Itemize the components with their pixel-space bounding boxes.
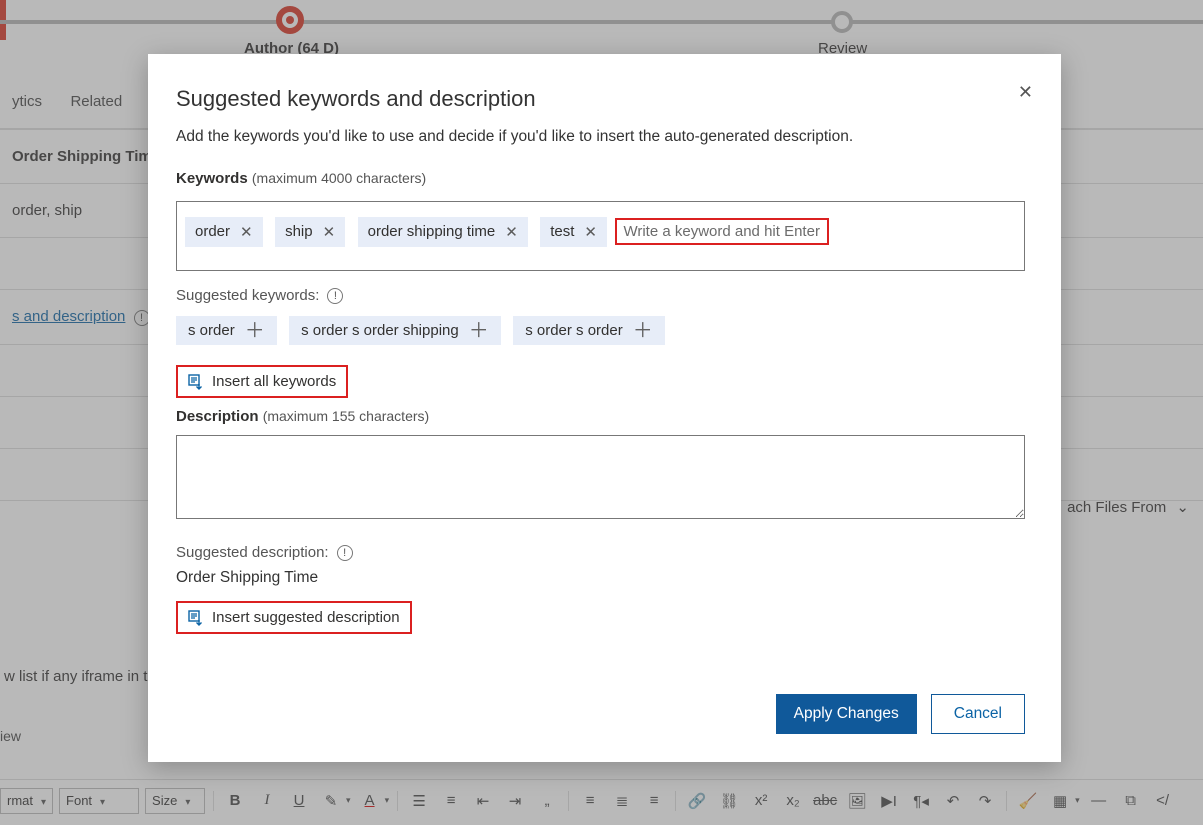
info-icon[interactable]: !	[337, 545, 353, 561]
suggested-chip-label: s order s order shipping	[301, 322, 459, 339]
insert-suggested-label: Insert suggested description	[212, 609, 400, 626]
suggested-keywords-label-text: Suggested keywords:	[176, 287, 319, 304]
insert-all-label: Insert all keywords	[212, 373, 336, 390]
suggested-chip-label: s order s order	[525, 322, 623, 339]
insert-description-highlight: Insert suggested description	[176, 601, 412, 634]
modal-intro-text: Add the keywords you'd like to use and d…	[176, 128, 1025, 146]
suggested-description-text: Order Shipping Time	[176, 569, 1025, 587]
description-label: Description (maximum 155 characters)	[176, 408, 1025, 425]
close-button[interactable]: ✕	[1018, 82, 1033, 103]
keyword-chip-label: order	[195, 223, 230, 240]
add-chip-icon: ＋	[633, 324, 653, 338]
insert-icon	[188, 374, 204, 390]
remove-chip-icon[interactable]: ✕	[505, 223, 518, 241]
insert-suggested-description-button[interactable]: Insert suggested description	[178, 603, 410, 632]
insert-all-keywords-button[interactable]: Insert all keywords	[178, 367, 346, 396]
suggested-description-label: Suggested description: !	[176, 544, 1025, 561]
suggested-chip-label: s order	[188, 322, 235, 339]
keywords-label-text: Keywords	[176, 170, 248, 187]
description-hint: (maximum 155 characters)	[263, 408, 430, 424]
keywords-label: Keywords (maximum 4000 characters)	[176, 170, 1025, 187]
keyword-chip: order shipping time ✕	[358, 217, 528, 247]
keyword-chip-label: test	[550, 223, 574, 240]
description-label-text: Description	[176, 408, 259, 425]
modal-title: Suggested keywords and description	[176, 86, 1025, 112]
suggested-keyword-chip[interactable]: s order s order ＋	[513, 316, 665, 345]
apply-changes-button[interactable]: Apply Changes	[776, 694, 917, 734]
insert-all-highlight: Insert all keywords	[176, 365, 348, 398]
keyword-chip-label: ship	[285, 223, 313, 240]
insert-icon	[188, 610, 204, 626]
keyword-input-highlight	[615, 218, 829, 245]
keyword-chip: order ✕	[185, 217, 263, 247]
keywords-description-modal: ✕ Suggested keywords and description Add…	[148, 54, 1061, 762]
keyword-chip: ship ✕	[275, 217, 345, 247]
add-chip-icon: ＋	[469, 324, 489, 338]
remove-chip-icon[interactable]: ✕	[323, 223, 336, 241]
keyword-chip: test ✕	[540, 217, 607, 247]
keywords-hint: (maximum 4000 characters)	[252, 170, 426, 186]
keyword-chip-label: order shipping time	[368, 223, 496, 240]
suggested-keywords-container: s order ＋ s order s order shipping ＋ s o…	[176, 316, 1025, 345]
suggested-keyword-chip[interactable]: s order s order shipping ＋	[289, 316, 501, 345]
remove-chip-icon[interactable]: ✕	[584, 223, 597, 241]
modal-footer: Apply Changes Cancel	[176, 694, 1025, 734]
description-textarea[interactable]	[176, 435, 1025, 519]
suggested-keyword-chip[interactable]: s order ＋	[176, 316, 277, 345]
add-chip-icon: ＋	[245, 324, 265, 338]
suggested-keywords-label: Suggested keywords: !	[176, 287, 1025, 304]
keyword-input[interactable]	[617, 220, 827, 243]
info-icon[interactable]: !	[327, 288, 343, 304]
cancel-button[interactable]: Cancel	[931, 694, 1025, 734]
suggested-description-label-text: Suggested description:	[176, 544, 329, 561]
remove-chip-icon[interactable]: ✕	[240, 223, 253, 241]
keywords-input-box[interactable]: order ✕ ship ✕ order shipping time ✕ tes…	[176, 201, 1025, 271]
